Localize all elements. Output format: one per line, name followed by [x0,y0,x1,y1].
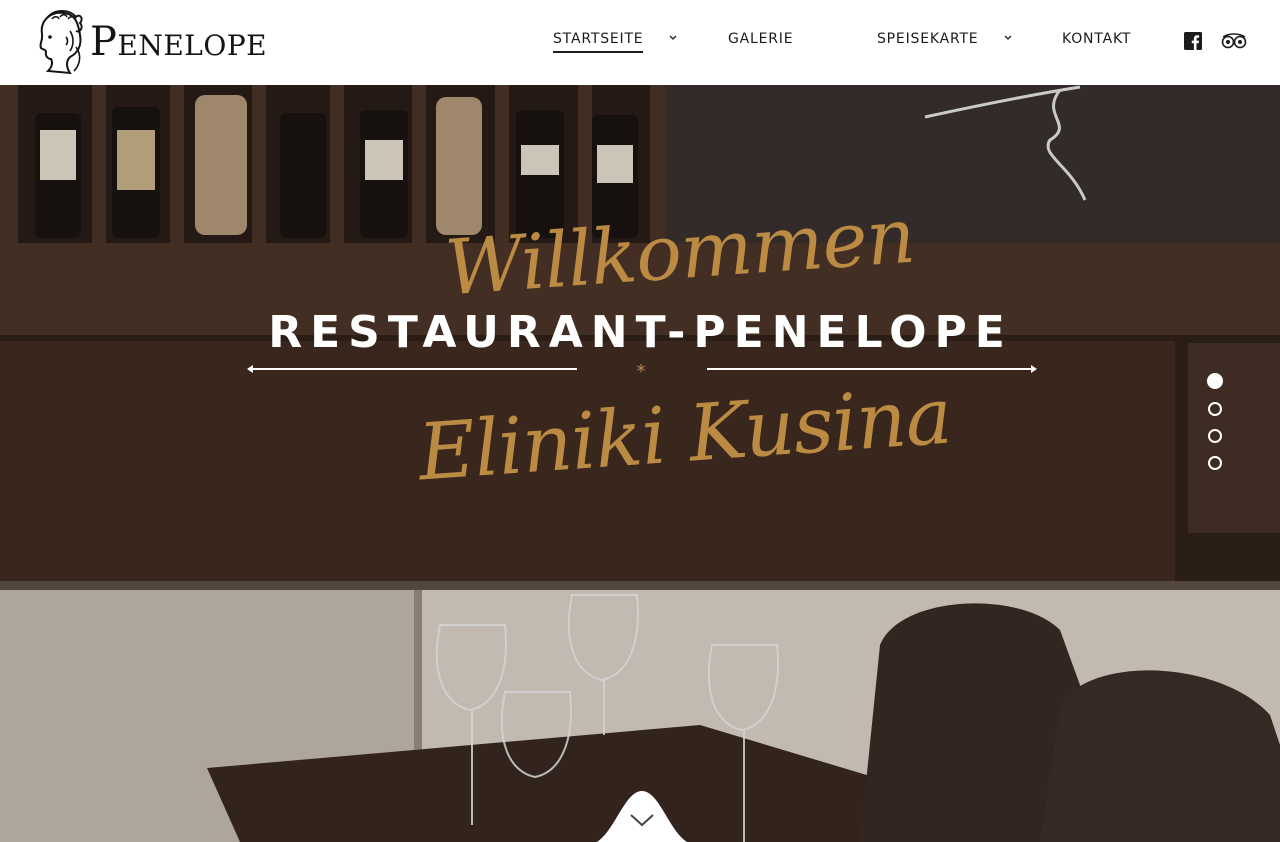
scroll-down-button[interactable] [587,785,697,842]
slider-dot-4[interactable] [1208,456,1222,470]
chevron-down-icon[interactable] [668,33,678,43]
brand-name: Penelope [90,19,268,65]
nav-item-startseite[interactable]: STARTSEITE [553,31,644,53]
nav-item-galerie[interactable]: GALERIE [728,31,793,47]
facebook-icon[interactable] [1184,32,1202,50]
nav-item-kontakt[interactable]: KONTAKT [1062,31,1131,47]
brand-logo[interactable]: Penelope [30,6,275,78]
divider-ornament: * [637,361,646,377]
tripadvisor-icon[interactable] [1221,32,1247,50]
slider-dot-2[interactable] [1208,402,1222,416]
nav-item-speisekarte[interactable]: SPEISEKARTE [877,31,978,47]
chevron-down-icon[interactable] [1003,33,1013,43]
hero-slider: Willkommen RESTAURANT-PENELOPE * Eliniki… [0,85,1280,842]
site-header: Penelope STARTSEITE GALERIE SPEISEKARTE … [0,0,1280,85]
slider-dot-3[interactable] [1208,429,1222,443]
greek-head-logo-icon [39,10,83,75]
slider-pagination [1206,373,1223,473]
slider-dot-1[interactable] [1207,373,1223,389]
